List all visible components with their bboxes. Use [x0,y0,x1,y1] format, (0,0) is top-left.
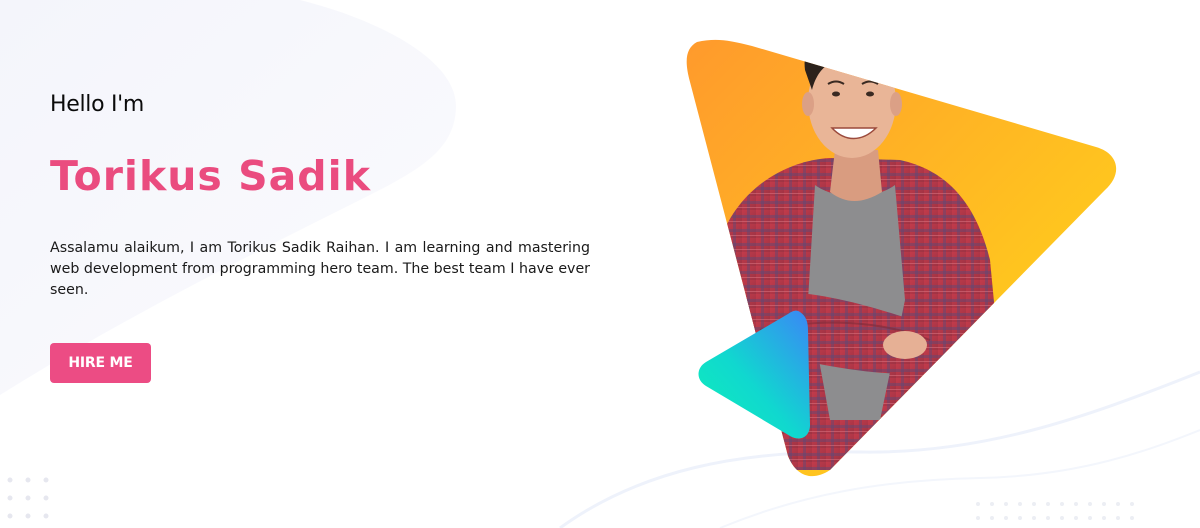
play-triangle-icon [698,310,810,439]
hero-visual [686,39,1117,477]
portrait-face [808,46,896,158]
portrait-hand [883,331,927,359]
